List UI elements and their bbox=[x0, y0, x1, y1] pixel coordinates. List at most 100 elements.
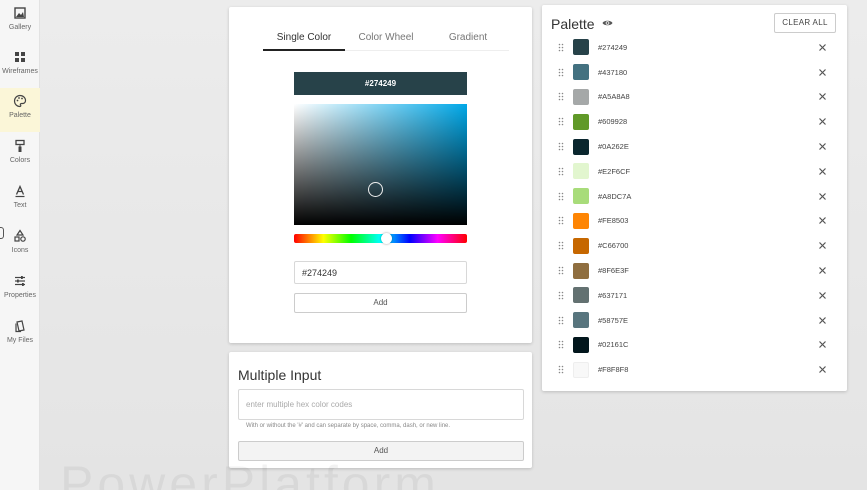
color-hex-label: #A8DC7A bbox=[598, 191, 632, 201]
close-icon[interactable] bbox=[818, 340, 827, 349]
close-icon[interactable] bbox=[818, 68, 827, 77]
palette-row[interactable]: #437180 bbox=[542, 60, 847, 85]
palette-row[interactable]: #637171 bbox=[542, 283, 847, 308]
sidebar-item-palette[interactable]: Palette bbox=[0, 88, 40, 132]
watermark: PowerPlatform bbox=[60, 456, 440, 490]
drag-handle-icon[interactable] bbox=[558, 241, 564, 250]
color-hex-label: #637171 bbox=[598, 290, 628, 300]
grid-icon bbox=[15, 52, 25, 62]
palette-row[interactable]: #F8F8F8 bbox=[542, 357, 847, 382]
color-hex-label: #F8F8F8 bbox=[598, 365, 629, 375]
sidebar-item-label: Wireframes bbox=[2, 68, 38, 75]
drag-handle-icon[interactable] bbox=[558, 291, 564, 300]
color-swatch bbox=[573, 113, 589, 130]
palette-row[interactable]: #C66700 bbox=[542, 233, 847, 258]
close-icon[interactable] bbox=[818, 142, 827, 151]
drag-handle-icon[interactable] bbox=[558, 117, 564, 126]
hex-input[interactable] bbox=[294, 261, 467, 284]
color-swatch bbox=[573, 39, 589, 56]
palette-row[interactable]: #E2F6CF bbox=[542, 159, 847, 184]
sliders-icon bbox=[15, 276, 25, 286]
tab-gradient[interactable]: Gradient bbox=[427, 29, 509, 50]
multiple-input-title: Multiple Input bbox=[238, 367, 322, 383]
add-color-button[interactable]: Add bbox=[294, 293, 467, 313]
sidebar-item-properties[interactable]: Properties bbox=[0, 268, 40, 312]
color-swatch bbox=[573, 361, 589, 378]
sidebar-item-label: Colors bbox=[9, 157, 31, 164]
close-icon[interactable] bbox=[818, 117, 827, 126]
close-icon[interactable] bbox=[818, 291, 827, 300]
palette-row[interactable]: #0A262E bbox=[542, 134, 847, 159]
color-swatch bbox=[573, 88, 589, 105]
saturation-area[interactable] bbox=[294, 104, 467, 225]
palette-row[interactable]: #8F6E3F bbox=[542, 258, 847, 283]
close-icon[interactable] bbox=[818, 167, 827, 176]
close-icon[interactable] bbox=[818, 316, 827, 325]
close-icon[interactable] bbox=[818, 92, 827, 101]
color-swatch bbox=[573, 64, 589, 81]
palette-row[interactable]: #274249 bbox=[542, 35, 847, 60]
drag-handle-icon[interactable] bbox=[558, 68, 564, 77]
multiple-input-card: Multiple Input With or without the '#' a… bbox=[229, 352, 532, 468]
palette-row[interactable]: #A8DC7A bbox=[542, 184, 847, 209]
close-icon[interactable] bbox=[818, 43, 827, 52]
hue-slider[interactable] bbox=[294, 233, 467, 244]
sidebar-item-wireframes[interactable]: Wireframes bbox=[0, 44, 40, 88]
close-icon[interactable] bbox=[818, 365, 827, 374]
sidebar-item-label: Properties bbox=[4, 292, 36, 299]
text-icon bbox=[15, 184, 25, 198]
drag-handle-icon[interactable] bbox=[558, 316, 564, 325]
picker-tabs: Single Color Color Wheel Gradient bbox=[263, 29, 509, 51]
sidebar-item-label: Icons bbox=[11, 247, 29, 254]
color-hex-label: #609928 bbox=[598, 117, 628, 127]
sidebar-item-label: Palette bbox=[9, 112, 31, 119]
tab-color-wheel[interactable]: Color Wheel bbox=[345, 29, 427, 50]
palette-row[interactable]: #A5A8A8 bbox=[542, 85, 847, 110]
close-icon[interactable] bbox=[818, 192, 827, 201]
drag-handle-icon[interactable] bbox=[558, 365, 564, 374]
drag-handle-icon[interactable] bbox=[558, 340, 564, 349]
color-swatch bbox=[573, 138, 589, 155]
palette-row[interactable]: #609928 bbox=[542, 109, 847, 134]
sidebar-item-text[interactable]: Text bbox=[0, 178, 40, 222]
color-swatch bbox=[573, 188, 589, 205]
drag-handle-icon[interactable] bbox=[558, 266, 564, 275]
image-icon bbox=[14, 7, 26, 19]
sidebar-item-gallery[interactable]: Gallery bbox=[0, 0, 40, 44]
files-icon bbox=[15, 320, 25, 333]
saturation-handle[interactable] bbox=[368, 182, 383, 197]
multiple-hex-input[interactable] bbox=[238, 389, 524, 420]
hue-handle[interactable] bbox=[381, 233, 392, 244]
color-swatch bbox=[573, 312, 589, 329]
sidebar-item-icons[interactable]: Icons bbox=[0, 223, 40, 267]
eye-icon[interactable] bbox=[602, 19, 613, 27]
palette-row[interactable]: #FE8503 bbox=[542, 209, 847, 234]
color-hex-label: #437180 bbox=[598, 67, 628, 77]
drag-handle-icon[interactable] bbox=[558, 142, 564, 151]
current-color-preview: #274249 bbox=[294, 72, 467, 95]
color-swatch bbox=[573, 287, 589, 304]
paint-roller-icon bbox=[15, 139, 25, 152]
palette-icon bbox=[13, 94, 27, 108]
color-hex-label: #274249 bbox=[598, 42, 628, 52]
drag-handle-icon[interactable] bbox=[558, 43, 564, 52]
color-hex-label: #02161C bbox=[598, 340, 629, 350]
sidebar-item-my-files[interactable]: My Files bbox=[0, 313, 40, 357]
sidebar-item-label: Text bbox=[13, 202, 27, 209]
close-icon[interactable] bbox=[818, 241, 827, 250]
sidebar-item-colors[interactable]: Colors bbox=[0, 133, 40, 177]
drag-handle-icon[interactable] bbox=[558, 92, 564, 101]
tab-single-color[interactable]: Single Color bbox=[263, 29, 345, 51]
color-swatch bbox=[573, 262, 589, 279]
drag-handle-icon[interactable] bbox=[558, 192, 564, 201]
color-hex-label: #58757E bbox=[598, 315, 629, 325]
palette-row[interactable]: #58757E bbox=[542, 308, 847, 333]
close-icon[interactable] bbox=[818, 216, 827, 225]
clear-all-button[interactable]: CLEAR ALL bbox=[774, 13, 836, 33]
color-hex-label: #A5A8A8 bbox=[598, 92, 630, 102]
drag-handle-icon[interactable] bbox=[558, 167, 564, 176]
palette-row[interactable]: #02161C bbox=[542, 333, 847, 358]
color-picker-card: Single Color Color Wheel Gradient #27424… bbox=[229, 7, 532, 343]
drag-handle-icon[interactable] bbox=[558, 216, 564, 225]
close-icon[interactable] bbox=[818, 266, 827, 275]
